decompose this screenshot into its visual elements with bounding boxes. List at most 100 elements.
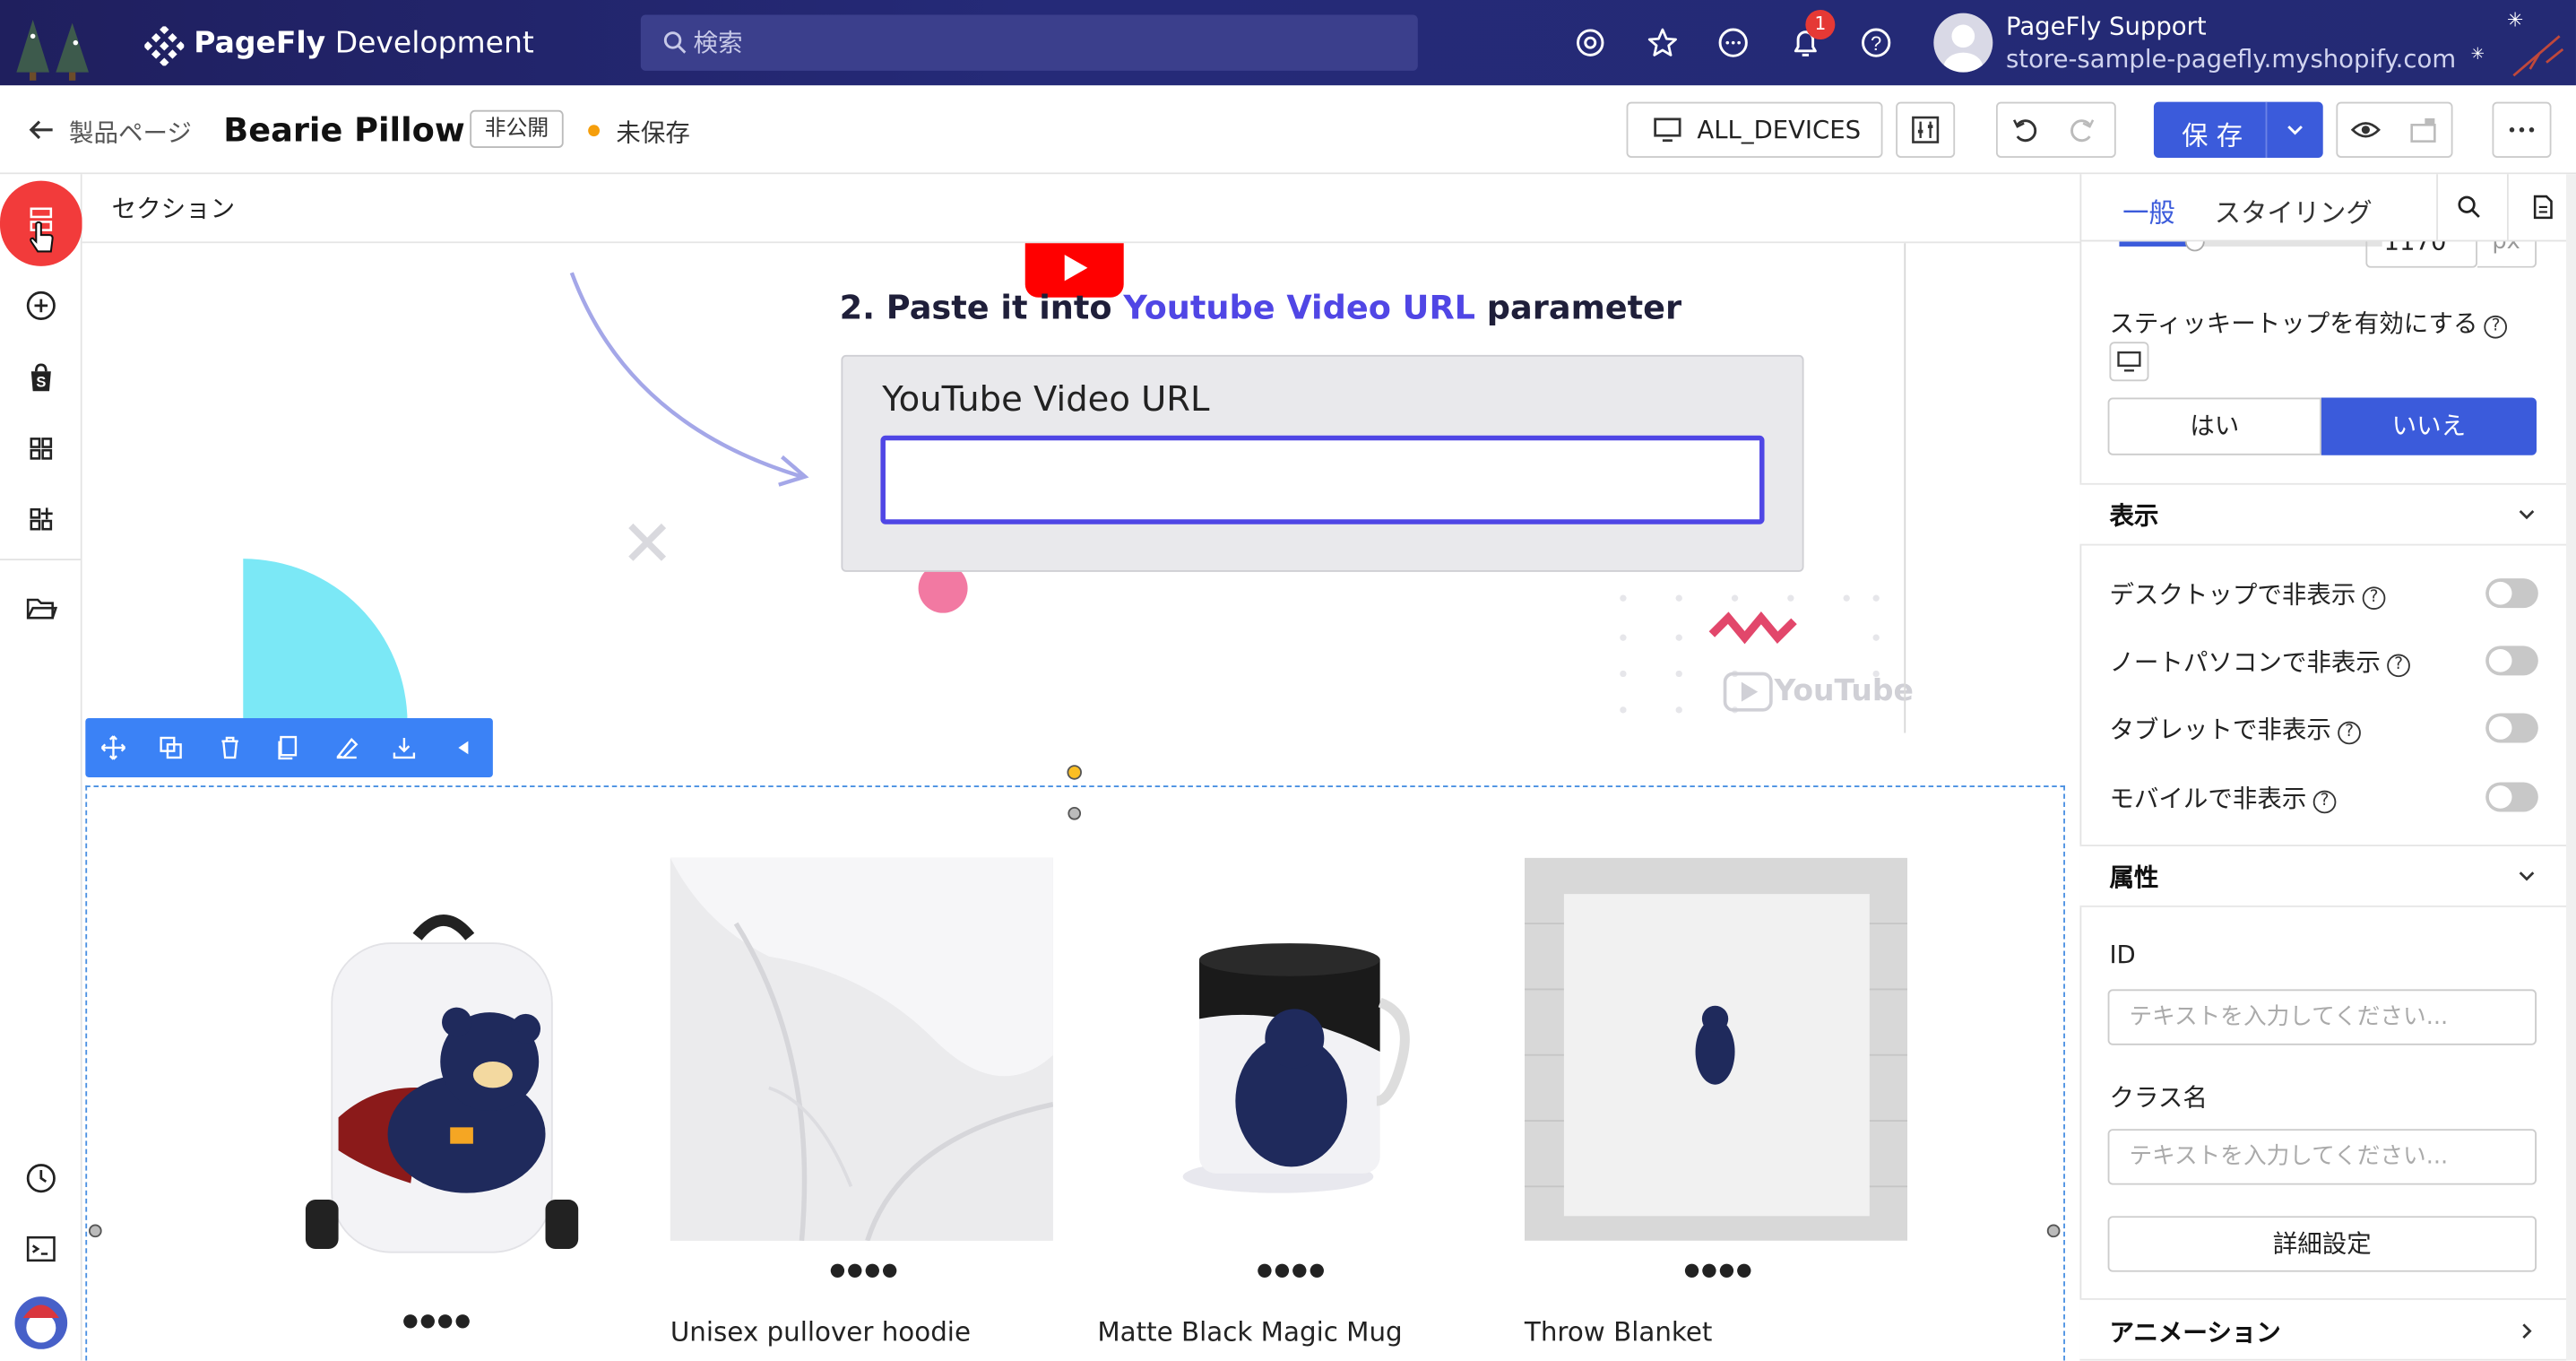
- pagefly-logo-icon: [144, 26, 185, 66]
- display-section-title: 表示: [2109, 501, 2159, 532]
- grid-icon[interactable]: [24, 432, 57, 465]
- toggle-knob: [2488, 581, 2512, 605]
- terminal-icon[interactable]: [24, 1233, 57, 1266]
- copy-icon[interactable]: [274, 734, 300, 760]
- notification-badge: 1: [1805, 9, 1836, 39]
- eye-icon[interactable]: [2350, 115, 2381, 144]
- toggle-knob: [2488, 648, 2512, 672]
- chevron-right-icon[interactable]: [2517, 1322, 2537, 1341]
- section-handle-right-icon[interactable]: [2045, 1223, 2062, 1239]
- help-icon[interactable]: ?: [2387, 654, 2410, 678]
- image-pagination-dots[interactable]: ●●●●: [402, 1310, 472, 1331]
- youtube-url-label: YouTube Video URL: [882, 379, 1210, 420]
- document-icon[interactable]: [2530, 194, 2556, 220]
- image-pagination-dots[interactable]: ●●●●: [830, 1259, 900, 1280]
- help-icon[interactable]: ?: [2484, 315, 2508, 339]
- collapse-left-icon[interactable]: [450, 734, 476, 760]
- width-input[interactable]: 1170: [2365, 241, 2478, 268]
- image-pagination-dots[interactable]: ●●●●: [1684, 1259, 1754, 1280]
- hide-tablet-toggle[interactable]: [2485, 713, 2538, 743]
- sticky-no-button[interactable]: いいえ: [2321, 397, 2537, 455]
- history-icon[interactable]: [24, 1162, 57, 1195]
- play-icon: [1064, 255, 1088, 282]
- hide-laptop-label: ノートパソコンで非表示?: [2109, 644, 2410, 678]
- help-icon[interactable]: ?: [2362, 586, 2386, 611]
- product-title[interactable]: Throw Blanket: [1525, 1316, 1712, 1348]
- panel-tab-divider: [2507, 174, 2509, 240]
- product-title[interactable]: Matte Black Magic Mug: [1097, 1316, 1402, 1348]
- hide-desktop-toggle[interactable]: [2485, 578, 2538, 609]
- id-label: ID: [2109, 940, 2136, 970]
- tab-general[interactable]: 一般: [2122, 191, 2175, 230]
- decoration-trees-icon: [16, 19, 89, 81]
- width-slider-fill: [2119, 241, 2195, 247]
- width-slider-handle[interactable]: [2184, 241, 2205, 252]
- canvas-image-edge: [1904, 243, 1906, 733]
- user-store: store-sample-pagefly.myshopify.com: [2005, 44, 2457, 74]
- save-element-icon[interactable]: [391, 734, 417, 760]
- more-icon: [2509, 127, 2535, 133]
- save-label: 保 存: [2182, 119, 2243, 152]
- sticky-top-label: スティッキートップを有効にする?: [2109, 306, 2508, 340]
- youtube-wordmark: YouTube: [1774, 673, 1914, 708]
- sticky-yes-button[interactable]: はい: [2107, 397, 2321, 455]
- avatar[interactable]: [1933, 13, 1993, 73]
- youtube-url-field: [880, 435, 1765, 524]
- id-field[interactable]: テキストを入力してください...: [2107, 989, 2537, 1045]
- chat-icon[interactable]: [1716, 26, 1750, 59]
- settings-icon[interactable]: [1574, 26, 1607, 59]
- product-title[interactable]: Unisex pullover hoodie: [670, 1316, 971, 1348]
- hide-mobile-toggle[interactable]: [2485, 782, 2538, 812]
- mascot-avatar-icon[interactable]: [13, 1295, 69, 1350]
- product-image-backpack[interactable]: [292, 904, 588, 1262]
- star-icon[interactable]: [1647, 26, 1680, 59]
- breadcrumb-section: セクション: [111, 194, 236, 224]
- top-bar: PageFly Development 検索 1 ? PageFly Suppo…: [0, 0, 2576, 86]
- product-image-mug[interactable]: [1170, 937, 1416, 1200]
- class-name-field[interactable]: テキストを入力してください...: [2107, 1129, 2537, 1185]
- toggle-knob: [2488, 716, 2512, 740]
- help-icon[interactable]: ?: [2338, 721, 2361, 745]
- duplicate-icon[interactable]: [158, 734, 184, 760]
- svg-text:?: ?: [1871, 32, 1881, 55]
- style-brush-icon[interactable]: [333, 734, 359, 760]
- advanced-settings-button[interactable]: 詳細設定: [2107, 1216, 2537, 1272]
- add-element-icon[interactable]: [24, 290, 57, 323]
- image-pagination-dots[interactable]: ●●●●: [1257, 1259, 1327, 1280]
- shopify-icon[interactable]: S: [24, 361, 57, 394]
- search-input[interactable]: 検索: [640, 14, 1418, 71]
- desktop-icon: [2117, 351, 2141, 372]
- product-image-blanket[interactable]: [1524, 857, 1907, 1241]
- section-handle-top-icon[interactable]: [1067, 764, 1083, 780]
- delete-icon[interactable]: [217, 734, 243, 760]
- rail-divider: [0, 559, 82, 561]
- chevron-down-icon[interactable]: [2517, 866, 2537, 886]
- chevron-down-icon[interactable]: [2286, 120, 2305, 140]
- svg-text:✳: ✳: [2471, 45, 2485, 64]
- svg-text:S: S: [36, 375, 46, 391]
- publish-icon[interactable]: [2408, 115, 2438, 144]
- tab-styling[interactable]: スタイリング: [2215, 191, 2373, 230]
- unsaved-dot: [588, 125, 601, 137]
- product-image-hoodie[interactable]: [670, 857, 1053, 1241]
- chevron-down-icon[interactable]: [2517, 505, 2537, 524]
- search-icon[interactable]: [2456, 194, 2482, 220]
- undo-icon[interactable]: [2010, 115, 2040, 144]
- width-control-row: 1170 px: [2079, 241, 2566, 268]
- redo-icon[interactable]: [2067, 115, 2096, 144]
- panel-scrollbar[interactable]: [2565, 174, 2576, 1361]
- move-icon[interactable]: [100, 734, 126, 760]
- section-handle-left-icon[interactable]: [87, 1223, 103, 1239]
- hide-laptop-toggle[interactable]: [2485, 646, 2538, 676]
- folder-icon[interactable]: [24, 592, 58, 625]
- section-handle-icon[interactable]: [1067, 805, 1083, 821]
- save-divider: [2265, 101, 2268, 158]
- save-button[interactable]: 保 存: [2153, 101, 2323, 158]
- breadcrumb[interactable]: 製品ページ: [69, 115, 192, 149]
- apps-icon[interactable]: [24, 503, 57, 536]
- svg-text:✳: ✳: [2507, 9, 2523, 31]
- back-arrow-icon[interactable]: [26, 115, 56, 144]
- help-icon[interactable]: ?: [1860, 26, 1893, 59]
- user-avatar-icon: [1943, 24, 1984, 73]
- help-icon[interactable]: ?: [2312, 790, 2337, 814]
